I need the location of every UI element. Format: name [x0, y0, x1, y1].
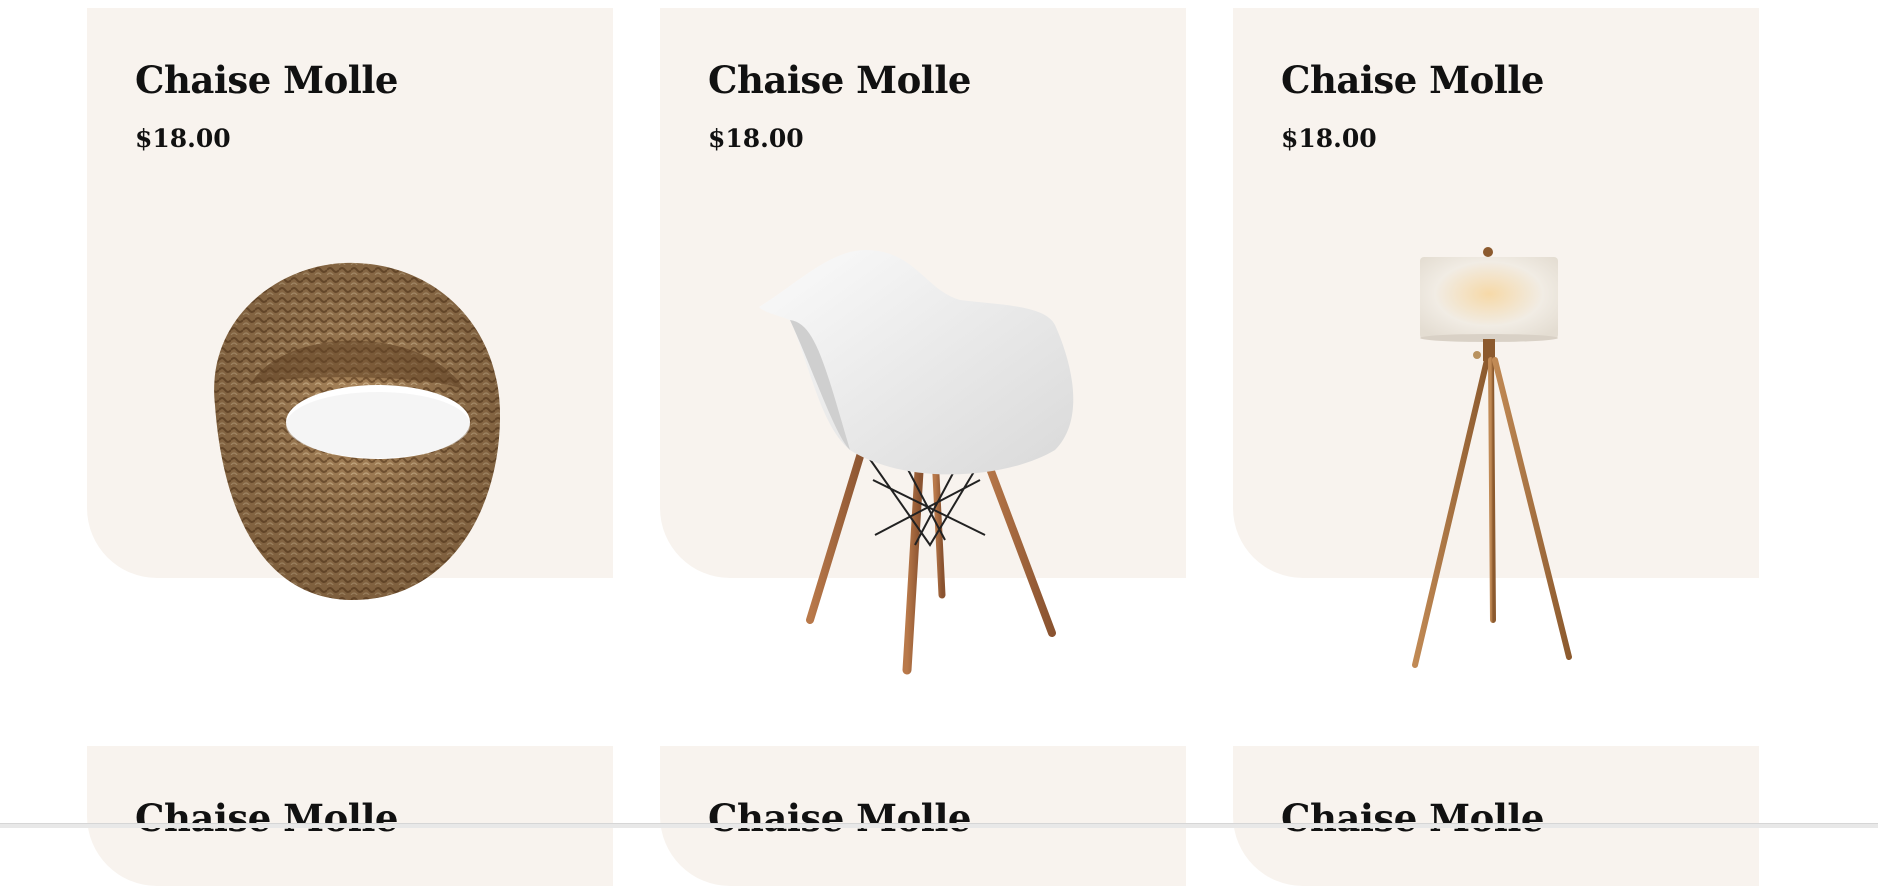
tripod-floor-lamp-image[interactable] [1405, 245, 1585, 675]
product-card[interactable]: Chaise Molle [1233, 746, 1759, 886]
product-title[interactable]: Chaise Molle [135, 62, 398, 99]
product-title[interactable]: Chaise Molle [1281, 62, 1544, 99]
product-title[interactable]: Chaise Molle [135, 800, 398, 837]
wicker-egg-chair-image[interactable] [195, 255, 507, 605]
product-title[interactable]: Chaise Molle [1281, 800, 1544, 837]
product-price: $18.00 [708, 124, 804, 153]
product-title[interactable]: Chaise Molle [708, 800, 971, 837]
product-price: $18.00 [135, 124, 231, 153]
white-shell-armchair-image[interactable] [755, 245, 1090, 675]
product-price: $18.00 [1281, 124, 1377, 153]
product-grid: Chaise Molle $18.00 Chaise Molle $18.00 … [0, 0, 1878, 886]
product-title[interactable]: Chaise Molle [708, 62, 971, 99]
product-card[interactable]: Chaise Molle [660, 746, 1186, 886]
product-card[interactable]: Chaise Molle [87, 746, 613, 886]
horizontal-scrollbar[interactable] [0, 823, 1878, 828]
